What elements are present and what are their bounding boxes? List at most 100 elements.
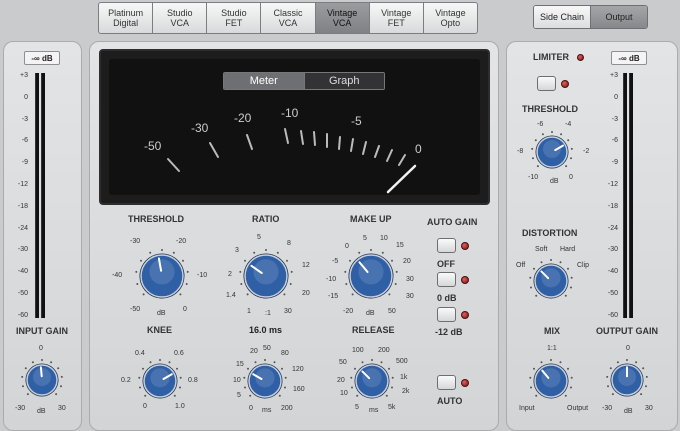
output-scale-tick: -30: [604, 246, 618, 253]
auto-gain-off-button[interactable]: [437, 238, 456, 253]
limiter-tick: -8: [517, 148, 523, 155]
makeup-tick: 30: [406, 276, 414, 283]
makeup-tick: -15: [328, 293, 338, 300]
model-selector: Platinum Digital Studio VCA Studio FET C…: [98, 2, 477, 34]
mix-knob[interactable]: [527, 357, 575, 405]
release-tick: 500: [396, 358, 408, 365]
input-meter-right: [41, 73, 45, 318]
attack-tick: 120: [292, 366, 304, 373]
distortion-tick: Off: [516, 262, 525, 269]
auto-gain-12db-label: -12 dB: [435, 327, 463, 337]
model-studio-vca[interactable]: Studio VCA: [152, 2, 207, 34]
limiter-led: [577, 54, 584, 61]
ratio-tick: 30: [284, 308, 292, 315]
model-vintage-fet[interactable]: Vintage FET: [369, 2, 424, 34]
ratio-tick: 8: [287, 240, 291, 247]
limiter-button-led: [561, 80, 569, 88]
distortion-tick: Soft: [535, 246, 547, 253]
limiter-button[interactable]: [537, 76, 556, 91]
vu-meter: Meter Graph -50 -30 -20 -10 -5 0: [99, 49, 490, 205]
attack-tick: 0: [249, 405, 253, 412]
attack-value: 16.0 ms: [249, 325, 282, 335]
auto-gain-off-led: [461, 242, 469, 250]
threshold-tick: 0: [183, 306, 187, 313]
limiter-threshold-knob[interactable]: [529, 129, 575, 175]
graph-tab[interactable]: Graph: [304, 73, 385, 89]
input-scale-tick: -60: [14, 312, 28, 319]
output-meter-left: [623, 73, 627, 318]
output-gain-tick-right: 30: [645, 405, 653, 412]
input-scale-tick: -6: [14, 137, 28, 144]
input-scale-tick: -3: [14, 116, 28, 123]
makeup-tick: 5: [363, 235, 367, 242]
output-gain-knob[interactable]: [604, 357, 650, 403]
input-scale-tick: -30: [14, 246, 28, 253]
meter-view-toggle: Meter Graph: [223, 72, 385, 90]
auto-gain-0db-label: 0 dB: [437, 293, 457, 303]
threshold-knob[interactable]: [133, 247, 191, 305]
knee-tick: 0.4: [135, 350, 145, 357]
model-platinum-digital[interactable]: Platinum Digital: [98, 2, 153, 34]
output-scale-tick: -3: [604, 116, 618, 123]
attack-tick: 10: [233, 377, 241, 384]
input-scale-tick: -9: [14, 159, 28, 166]
knee-knob[interactable]: [136, 357, 184, 405]
ratio-knob[interactable]: [237, 247, 295, 305]
attack-tick: 80: [281, 350, 289, 357]
threshold-tick: -40: [112, 272, 122, 279]
attack-tick: 200: [281, 405, 293, 412]
release-tick: ms: [369, 407, 378, 414]
mix-tick: Input: [519, 405, 535, 412]
output-scale-tick: -60: [604, 312, 618, 319]
auto-release-label: AUTO: [437, 396, 462, 406]
makeup-tick: 10: [380, 235, 388, 242]
attack-knob[interactable]: [241, 357, 289, 405]
makeup-tick: dB: [366, 310, 375, 317]
distortion-knob[interactable]: [527, 257, 575, 305]
ratio-tick: 12: [302, 262, 310, 269]
auto-release-button[interactable]: [437, 375, 456, 390]
auto-gain-0db-button[interactable]: [437, 272, 456, 287]
input-scale-tick: +3: [14, 72, 28, 79]
makeup-label: MAKE UP: [350, 214, 392, 224]
knee-tick: 0.6: [174, 350, 184, 357]
limiter-label: LIMITER: [533, 52, 569, 62]
makeup-knob[interactable]: [342, 247, 400, 305]
input-gain-label: INPUT GAIN: [12, 326, 72, 336]
output-gain-tick-left: -30: [602, 405, 612, 412]
vu-meter-face: Meter Graph -50 -30 -20 -10 -5 0: [109, 59, 480, 195]
output-scale-tick: 0: [604, 94, 618, 101]
makeup-tick: 30: [406, 293, 414, 300]
limiter-threshold-label: THRESHOLD: [522, 104, 578, 114]
input-scale-tick: -50: [14, 290, 28, 297]
model-vintage-opto[interactable]: Vintage Opto: [423, 2, 478, 34]
input-gain-knob[interactable]: [19, 357, 65, 403]
model-vintage-vca[interactable]: Vintage VCA: [315, 2, 370, 34]
model-classic-vca[interactable]: Classic VCA: [260, 2, 315, 34]
output-scale-tick: -40: [604, 268, 618, 275]
release-knob[interactable]: [348, 357, 396, 405]
output-scale-tick: -12: [604, 181, 618, 188]
input-level-readout: -∞ dB: [24, 51, 60, 65]
output-button[interactable]: Output: [590, 6, 647, 28]
output-scale-tick: +3: [604, 72, 618, 79]
output-level-readout: -∞ dB: [611, 51, 647, 65]
release-label: RELEASE: [352, 325, 395, 335]
threshold-tick: dB: [157, 310, 166, 317]
threshold-tick: -50: [130, 306, 140, 313]
auto-gain-12db-led: [461, 311, 469, 319]
output-scale-tick: -24: [604, 225, 618, 232]
limiter-tick: -6: [537, 121, 543, 128]
makeup-tick: 20: [403, 258, 411, 265]
vu-label-30: -30: [191, 121, 208, 135]
auto-gain-12db-button[interactable]: [437, 307, 456, 322]
output-gain-tick-unit: dB: [624, 408, 633, 415]
release-tick: 10: [340, 390, 348, 397]
release-tick: 2k: [402, 388, 409, 395]
model-studio-fet[interactable]: Studio FET: [206, 2, 261, 34]
threshold-tick: -20: [176, 238, 186, 245]
threshold-tick: -10: [197, 272, 207, 279]
side-chain-button[interactable]: Side Chain: [534, 6, 590, 28]
output-scale-tick: -50: [604, 290, 618, 297]
meter-tab[interactable]: Meter: [224, 73, 304, 89]
